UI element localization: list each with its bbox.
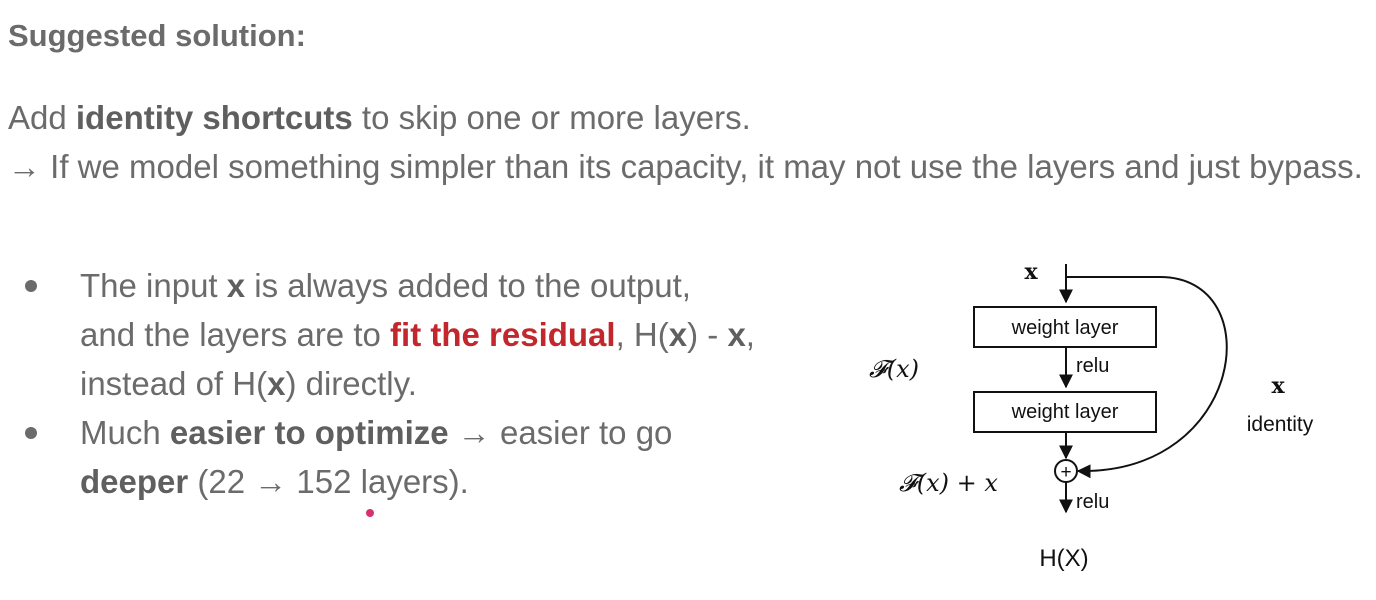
- fx-label: 𝓕(x): [869, 355, 919, 383]
- weight-layer-2-label: weight layer: [1011, 401, 1119, 423]
- weight-layer-1-label: weight layer: [1011, 317, 1119, 339]
- shortcut-x-label: x: [1271, 373, 1285, 399]
- relu-label-2: relu: [1076, 491, 1109, 513]
- sum-label: 𝓕(x) + x: [899, 469, 998, 497]
- residual-block-diagram: x weight layer relu 𝓕(x) weight layer + …: [869, 259, 1314, 572]
- relu-label-1: relu: [1076, 355, 1109, 377]
- output-label: H(X): [1039, 545, 1088, 572]
- identity-label: identity: [1247, 413, 1314, 436]
- input-x-label: x: [1024, 259, 1038, 285]
- plus-sign: +: [1060, 462, 1071, 483]
